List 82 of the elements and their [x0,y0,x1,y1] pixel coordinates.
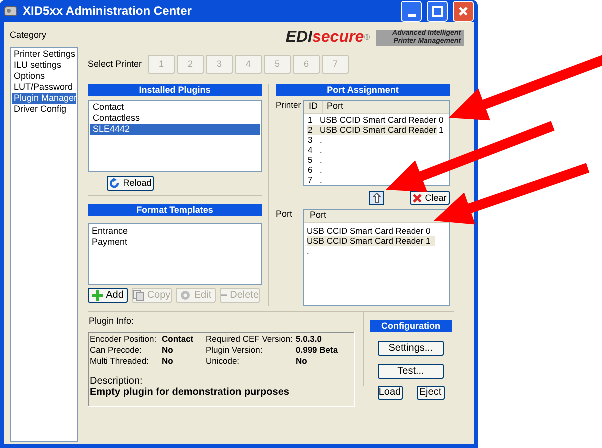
category-label: Category [10,30,48,42]
port-label: Port [276,209,294,221]
category-item[interactable]: LUT/Password [12,82,76,93]
list-item[interactable]: Contactless [90,113,260,124]
window-title: XID5xx Administration Center [23,6,193,16]
port-row[interactable]: . [307,246,310,256]
template-item[interactable]: Entrance [91,226,259,237]
template-item[interactable]: Payment [91,237,259,248]
assign-up-button[interactable] [369,191,384,205]
panel-header: Port Assignment [276,84,450,96]
port-row[interactable]: USB CCID Smart Card Reader 1 [307,236,435,246]
close-button[interactable] [453,0,474,22]
minimize-icon [408,14,416,16]
field-label: Can Precode: [90,345,143,356]
category-item[interactable]: Printer Settings [12,49,76,60]
up-arrow-icon [372,193,380,203]
close-icon [458,6,469,16]
id-cell-text: 6 [307,165,314,175]
field-value: 5.0.3.0 [296,334,323,345]
field-label: Encoder Position: [90,334,158,345]
description-label: Description: [90,376,144,387]
plugin-info-label: Plugin Info: [88,316,136,328]
copy-icon [133,290,144,301]
port-cell: . [320,135,322,145]
maximize-icon [432,6,443,16]
field-value: No [162,345,174,356]
table-row[interactable]: 6 . [307,165,322,175]
description-text: Empty plugin for demonstration purposes [90,387,290,398]
panel-header: Format Templates [88,204,262,216]
id-cell-text: 2 [307,125,314,135]
id-cell-text: 3 [307,135,314,145]
minimize-button[interactable] [401,0,422,22]
id-cell-text: 5 [307,155,314,165]
panel-header: Configuration [370,320,452,332]
plus-icon [92,290,104,301]
category-item[interactable]: Driver Config [12,104,76,115]
list-item[interactable]: SLE4442 [90,124,260,135]
port-cell: . [320,175,322,185]
field-value: 0.999 Beta [296,345,340,356]
printer-label: Printer [276,100,302,112]
template-add-button[interactable]: Add [88,288,128,303]
table-row[interactable]: 7 . [307,175,322,185]
field-value: No [162,356,174,367]
port-cell: USB CCID Smart Card Reader 1 [320,125,444,135]
app-icon [4,4,18,18]
field-value: Contact [162,334,195,345]
id-cell-text: 1 [307,115,314,125]
category-item[interactable]: Options [12,71,76,82]
table-row[interactable]: 4 . [307,145,322,155]
port-cell: USB CCID Smart Card Reader 0 [320,115,444,125]
table-row[interactable]: 1 USB CCID Smart Card Reader 0 [307,115,444,125]
table-row[interactable]: 3 . [307,135,322,145]
category-item[interactable]: ILU settings [12,60,76,71]
id-cell-text: 7 [307,175,314,185]
brand-logo: EDIsecure® [286,30,370,46]
category-item[interactable]: Plugin Manager [12,93,76,104]
field-label: Plugin Version: [206,345,264,356]
field-label: Multi Threaded: [90,356,150,367]
column-header: Port [309,210,328,222]
column-header: Port [322,101,449,113]
table-row[interactable]: 5 . [307,155,322,165]
field-label: Unicode: [206,356,241,367]
field-label: Required CEF Version: [206,334,294,345]
reload-icon [109,178,120,189]
port-cell: . [320,155,322,165]
port-cell: . [320,165,322,175]
port-cell: . [320,145,322,155]
field-value: No [296,356,308,367]
reload-button[interactable]: Reload [107,176,154,191]
column-header: ID [308,101,319,113]
load-button[interactable]: Load [378,386,402,400]
select-printer-label: Select Printer [88,58,144,70]
eject-button[interactable]: Eject [416,386,444,400]
config-button[interactable]: Settings... [378,341,444,356]
panel-header: Installed Plugins [88,84,262,96]
port-row[interactable]: USB CCID Smart Card Reader 0 [307,226,431,236]
id-cell-text: 4 [307,145,314,155]
list-item[interactable]: Contact [90,102,260,113]
config-button[interactable]: Test... [378,364,444,379]
maximize-button[interactable] [427,0,448,22]
clear-button[interactable]: Clear [410,191,450,205]
delete-x-icon [413,194,422,202]
